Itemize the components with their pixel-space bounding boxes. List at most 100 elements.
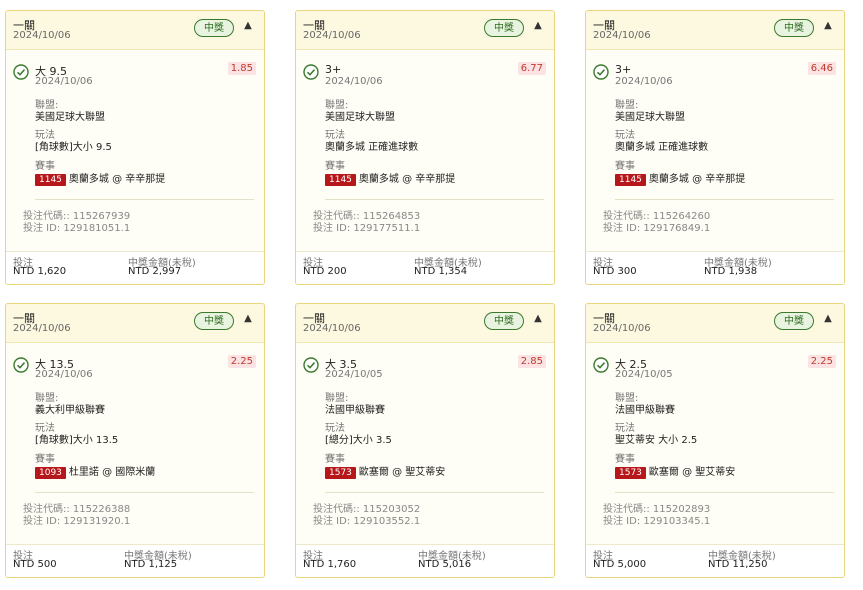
divider <box>325 199 544 200</box>
bet-card: 一關 2024/10/06 中獎 ▲ 大 9.5 2024/10/06 1.85… <box>5 10 265 285</box>
win-value: NTD 5,016 <box>418 559 472 570</box>
bet-id: 投注 ID: 129103345.1 <box>603 516 711 527</box>
bet-date: 2024/10/06 <box>303 323 361 334</box>
bet-id: 投注 ID: 129131920.1 <box>23 516 131 527</box>
bet-card-footer: 投注 NTD 1,620 中獎金額(未稅) NTD 2,997 <box>6 251 264 284</box>
bet-card-footer: 投注 NTD 500 中獎金額(未稅) NTD 1,125 <box>6 544 264 577</box>
selection-date: 2024/10/06 <box>35 369 93 380</box>
match-name: 歐塞爾 @ 聖艾蒂安 <box>648 467 736 478</box>
chevron-up-icon[interactable]: ▲ <box>532 313 544 325</box>
divider <box>35 492 254 493</box>
bet-card-body: 大 9.5 2024/10/06 1.85 聯盟: 美國足球大聯盟 玩法 [角球… <box>6 50 264 255</box>
selection-date: 2024/10/06 <box>35 76 93 87</box>
status-badge: 中獎 <box>484 19 524 37</box>
match-id-badge: 1093 <box>35 467 66 479</box>
status-badge: 中獎 <box>194 312 234 330</box>
market-name: 奧蘭多城 正確進球數 <box>325 142 419 153</box>
match-id-badge: 1573 <box>325 467 356 479</box>
event-row: 1093 杜里諾 @ 國際米蘭 <box>35 463 155 479</box>
bet-card-header[interactable]: 一關 2024/10/06 中獎 ▲ <box>586 304 844 343</box>
divider <box>325 492 544 493</box>
match-id-badge: 1145 <box>615 174 646 186</box>
event-row: 1573 歐塞爾 @ 聖艾蒂安 <box>615 463 735 479</box>
check-circle-icon <box>593 64 609 80</box>
match-name: 歐塞爾 @ 聖艾蒂安 <box>358 467 446 478</box>
bet-card-header[interactable]: 一關 2024/10/06 中獎 ▲ <box>6 304 264 343</box>
league-name: 法國甲級聯賽 <box>325 405 385 416</box>
match-id-badge: 1145 <box>325 174 356 186</box>
win-value: NTD 2,997 <box>128 266 182 277</box>
bet-card-body: 大 2.5 2024/10/05 2.25 聯盟: 法國甲級聯賽 玩法 聖艾蒂安… <box>586 343 844 548</box>
odds-value: 1.85 <box>227 62 256 75</box>
bet-card-header[interactable]: 一關 2024/10/06 中獎 ▲ <box>296 304 554 343</box>
selection-date: 2024/10/05 <box>615 369 673 380</box>
odds-value: 6.46 <box>807 62 836 75</box>
bet-id: 投注 ID: 129103552.1 <box>313 516 421 527</box>
win-value: NTD 11,250 <box>708 559 768 570</box>
stake-value: NTD 1,620 <box>13 266 67 277</box>
bet-card-header[interactable]: 一關 2024/10/06 中獎 ▲ <box>6 11 264 50</box>
event-row: 1145 奧蘭多城 @ 辛辛那提 <box>325 170 455 186</box>
status-badge: 中獎 <box>194 19 234 37</box>
bet-card: 一關 2024/10/06 中獎 ▲ 3+ 2024/10/06 6.77 聯盟… <box>295 10 555 285</box>
chevron-up-icon[interactable]: ▲ <box>242 313 254 325</box>
match-name: 杜里諾 @ 國際米蘭 <box>68 467 156 478</box>
stake-value: NTD 300 <box>593 266 637 277</box>
bet-card-footer: 投注 NTD 5,000 中獎金額(未稅) NTD 11,250 <box>586 544 844 577</box>
match-id-badge: 1573 <box>615 467 646 479</box>
bet-card-body: 3+ 2024/10/06 6.77 聯盟: 美國足球大聯盟 玩法 奧蘭多城 正… <box>296 50 554 255</box>
league-name: 美國足球大聯盟 <box>35 112 105 123</box>
match-name: 奧蘭多城 @ 辛辛那提 <box>68 174 166 185</box>
bet-id: 投注 ID: 129181051.1 <box>23 223 131 234</box>
market-name: [總分]大小 3.5 <box>325 435 392 446</box>
match-name: 奧蘭多城 @ 辛辛那提 <box>648 174 746 185</box>
check-circle-icon <box>303 64 319 80</box>
bet-card-header[interactable]: 一關 2024/10/06 中獎 ▲ <box>296 11 554 50</box>
win-value: NTD 1,125 <box>124 559 178 570</box>
market-name: [角球數]大小 13.5 <box>35 435 119 446</box>
event-row: 1573 歐塞爾 @ 聖艾蒂安 <box>325 463 445 479</box>
bet-date: 2024/10/06 <box>13 323 71 334</box>
win-value: NTD 1,354 <box>414 266 468 277</box>
status-badge: 中獎 <box>774 312 814 330</box>
chevron-up-icon[interactable]: ▲ <box>822 313 834 325</box>
bet-card: 一關 2024/10/06 中獎 ▲ 大 3.5 2024/10/05 2.85… <box>295 303 555 578</box>
chevron-up-icon[interactable]: ▲ <box>822 20 834 32</box>
divider <box>615 492 834 493</box>
chevron-up-icon[interactable]: ▲ <box>532 20 544 32</box>
status-badge: 中獎 <box>484 312 524 330</box>
bet-card: 一關 2024/10/06 中獎 ▲ 大 13.5 2024/10/06 2.2… <box>5 303 265 578</box>
chevron-up-icon[interactable]: ▲ <box>242 20 254 32</box>
check-circle-icon <box>13 64 29 80</box>
event-row: 1145 奧蘭多城 @ 辛辛那提 <box>35 170 165 186</box>
odds-value: 2.25 <box>227 355 256 368</box>
selection-name: 3+ <box>615 63 632 76</box>
market-name: 奧蘭多城 正確進球數 <box>615 142 709 153</box>
stake-value: NTD 200 <box>303 266 347 277</box>
bet-date: 2024/10/06 <box>593 30 651 41</box>
check-circle-icon <box>13 357 29 373</box>
league-name: 法國甲級聯賽 <box>615 405 675 416</box>
bet-date: 2024/10/06 <box>593 323 651 334</box>
odds-value: 2.25 <box>807 355 836 368</box>
odds-value: 6.77 <box>517 62 546 75</box>
check-circle-icon <box>593 357 609 373</box>
league-name: 美國足球大聯盟 <box>615 112 685 123</box>
bet-date: 2024/10/06 <box>13 30 71 41</box>
bet-card-header[interactable]: 一關 2024/10/06 中獎 ▲ <box>586 11 844 50</box>
bet-id: 投注 ID: 129176849.1 <box>603 223 711 234</box>
bet-card-footer: 投注 NTD 300 中獎金額(未稅) NTD 1,938 <box>586 251 844 284</box>
bet-card-footer: 投注 NTD 1,760 中獎金額(未稅) NTD 5,016 <box>296 544 554 577</box>
event-row: 1145 奧蘭多城 @ 辛辛那提 <box>615 170 745 186</box>
bet-card: 一關 2024/10/06 中獎 ▲ 3+ 2024/10/06 6.46 聯盟… <box>585 10 845 285</box>
check-circle-icon <box>303 357 319 373</box>
stake-value: NTD 500 <box>13 559 57 570</box>
match-id-badge: 1145 <box>35 174 66 186</box>
win-value: NTD 1,938 <box>704 266 758 277</box>
divider <box>35 199 254 200</box>
odds-value: 2.85 <box>517 355 546 368</box>
bet-date: 2024/10/06 <box>303 30 361 41</box>
status-badge: 中獎 <box>774 19 814 37</box>
stake-value: NTD 5,000 <box>593 559 647 570</box>
selection-date: 2024/10/05 <box>325 369 383 380</box>
